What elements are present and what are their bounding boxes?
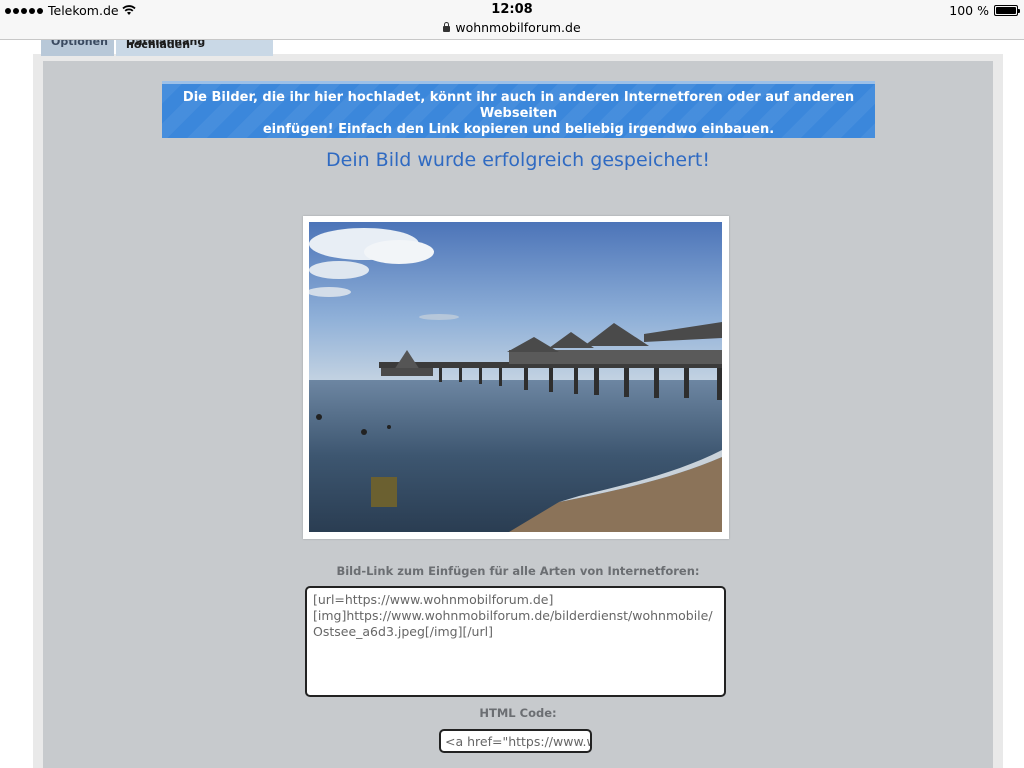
clock: 12:08 <box>491 2 533 17</box>
bbcode-label: Bild-Link zum Einfügen für alle Arten vo… <box>336 564 700 578</box>
info-banner: Die Bilder, die ihr hier hochladet, könn… <box>162 81 875 138</box>
lock-icon <box>443 22 451 32</box>
bbcode-value: [url=https://www.wohnmobilforum.de] [img]… <box>313 592 713 639</box>
html-code-input[interactable]: <a href="https://www.wo <box>439 729 592 753</box>
pier-photo <box>309 222 722 532</box>
upload-panel: Die Bilder, die ihr hier hochladet, könn… <box>43 61 993 768</box>
address-url: wohnmobilforum.de <box>455 20 581 35</box>
address-bar[interactable]: wohnmobilforum.de <box>0 20 1024 35</box>
html-code-label: HTML Code: <box>479 706 557 720</box>
tab-dateianhang-hochladen[interactable]: Dateianhang hochladen <box>116 40 273 56</box>
banner-line-1: Die Bilder, die ihr hier hochladet, könn… <box>182 90 855 121</box>
battery-info: 100 % <box>949 3 1020 18</box>
battery-icon <box>994 5 1020 16</box>
uploaded-image-preview[interactable] <box>303 216 729 539</box>
ios-status-bar: Telekom.de 12:08 wohnmobilforum.de 100 % <box>0 0 1024 40</box>
bbcode-textarea[interactable]: [url=https://www.wohnmobilforum.de] [img]… <box>305 586 726 697</box>
banner-line-2: einfügen! Einfach den Link kopieren und … <box>262 122 775 137</box>
success-message: Dein Bild wurde erfolgreich gespeichert! <box>326 149 710 171</box>
tab-optionen[interactable]: Optionen <box>41 40 114 56</box>
battery-percent: 100 % <box>949 3 989 18</box>
tab-bar: Optionen Dateianhang hochladen <box>41 40 273 56</box>
